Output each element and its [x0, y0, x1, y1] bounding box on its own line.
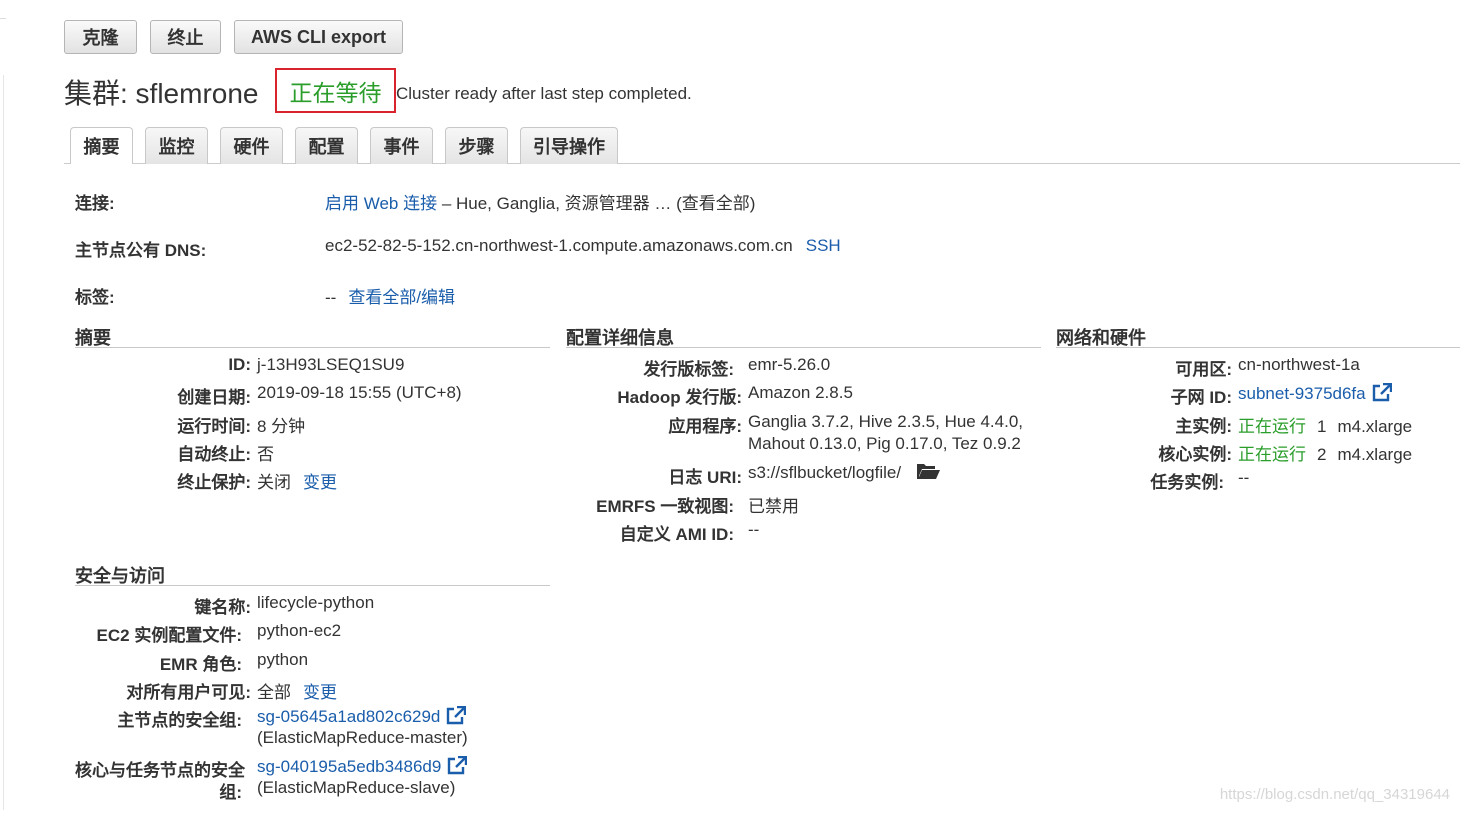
emrfs-consistent-view-label: EMRFS 一致视图:	[596, 497, 734, 516]
enable-web-connection-link[interactable]: 启用 Web 连接	[325, 194, 437, 213]
master-instance-value: 正在运行 1 m4.xlarge	[1238, 412, 1412, 437]
master-instance-count: 1	[1317, 417, 1327, 436]
tags-value: -- 查看全部/编辑	[325, 283, 455, 308]
left-border	[3, 75, 4, 810]
termination-protection-state: 关闭	[257, 473, 291, 492]
tags-label: 标签:	[75, 288, 115, 307]
folder-open-icon[interactable]	[916, 463, 941, 485]
cluster-title: 集群: sflemrone	[64, 78, 259, 109]
subnet-id-link[interactable]: subnet-9375d6fa	[1238, 384, 1366, 403]
elapsed-time-value: 8 分钟	[257, 417, 306, 436]
log-uri-label: 日志 URI:	[668, 468, 742, 487]
core-task-security-group-link[interactable]: sg-040195a5edb3486d9	[257, 757, 441, 776]
key-name-label: 键名称:	[194, 598, 251, 617]
hadoop-distribution-label: Hadoop 发行版:	[617, 388, 742, 407]
visible-to-all-users-value: 全部 变更	[257, 678, 337, 703]
master-instance-status: 正在运行	[1238, 417, 1306, 436]
connections-label: 连接:	[75, 194, 115, 213]
master-dns-value: ec2-52-82-5-152.cn-northwest-1.compute.a…	[325, 236, 841, 256]
tab-summary[interactable]: 摘要	[70, 127, 133, 164]
cluster-status-message: Cluster ready after last step completed.	[396, 84, 692, 103]
master-dns-text: ec2-52-82-5-152.cn-northwest-1.compute.a…	[325, 236, 793, 255]
task-instance-value: --	[1238, 468, 1250, 487]
emrfs-consistent-view-value: 已禁用	[748, 497, 799, 516]
auto-terminate-value: 否	[257, 445, 274, 464]
tab-hardware[interactable]: 硬件	[220, 127, 283, 164]
ec2-instance-profile-label: EC2 实例配置文件:	[96, 626, 242, 645]
core-task-security-group-value: sg-040195a5edb3486d9	[257, 755, 468, 780]
availability-zone-value: cn-northwest-1a	[1238, 355, 1360, 374]
creation-date-value: 2019-09-18 15:55 (UTC+8)	[257, 383, 462, 402]
applications-line-2: Mahout 0.13.0, Pig 0.17.0, Tez 0.9.2	[748, 434, 1021, 453]
cluster-id-value: j-13H93LSEQ1SU9	[257, 355, 405, 374]
summary-divider	[75, 347, 550, 348]
connections-value: 启用 Web 连接 – Hue, Ganglia, 资源管理器 … (查看全部)	[325, 189, 755, 214]
task-instance-label: 任务实例:	[1150, 473, 1224, 492]
tags-empty-text: --	[325, 288, 337, 307]
ssh-link[interactable]: SSH	[806, 236, 841, 255]
log-uri-text: s3://sflbucket/logfile/	[748, 463, 902, 482]
availability-zone-label: 可用区:	[1175, 360, 1232, 379]
core-instance-label: 核心实例:	[1158, 445, 1232, 464]
external-link-icon[interactable]	[1372, 382, 1392, 407]
core-task-security-group-name: (ElasticMapReduce-slave)	[257, 778, 456, 797]
cluster-id-label: ID:	[228, 355, 251, 374]
top-mark	[0, 18, 6, 19]
release-label-value: emr-5.26.0	[748, 355, 831, 374]
terminate-button[interactable]: 终止	[150, 20, 221, 54]
master-instance-type: m4.xlarge	[1337, 417, 1413, 436]
tab-steps[interactable]: 步骤	[445, 127, 508, 164]
tab-configuration[interactable]: 配置	[295, 127, 358, 164]
core-instance-type: m4.xlarge	[1337, 445, 1413, 464]
network-hardware-divider	[1056, 347, 1460, 348]
applications-label: 应用程序:	[668, 417, 742, 436]
ec2-instance-profile-value: python-ec2	[257, 621, 342, 640]
key-name-value: lifecycle-python	[257, 593, 375, 612]
hadoop-distribution-value: Amazon 2.8.5	[748, 383, 853, 402]
security-access-divider	[75, 585, 550, 586]
subnet-id-label: 子网 ID:	[1170, 388, 1232, 407]
master-security-group-label: 主节点的安全组:	[117, 711, 242, 730]
view-edit-tags-link[interactable]: 查看全部/编辑	[348, 288, 455, 307]
emr-role-label: EMR 角色:	[159, 655, 242, 674]
visible-to-all-users-label: 对所有用户可见:	[126, 683, 251, 702]
applications-line-1: Ganglia 3.7.2, Hive 2.3.5, Hue 4.4.0,	[748, 412, 1024, 431]
tab-monitoring[interactable]: 监控	[145, 127, 208, 164]
custom-ami-id-label: 自定义 AMI ID:	[619, 525, 734, 544]
cluster-status-badge: 正在等待	[275, 68, 396, 113]
external-link-icon[interactable]	[447, 755, 468, 780]
elapsed-time-label: 运行时间:	[177, 417, 251, 436]
tab-bootstrap-actions[interactable]: 引导操作	[520, 127, 618, 164]
aws-cli-export-button[interactable]: AWS CLI export	[234, 20, 403, 54]
termination-protection-value: 关闭 变更	[257, 468, 337, 493]
core-instance-count: 2	[1317, 445, 1327, 464]
master-security-group-link[interactable]: sg-05645a1ad802c629d	[257, 707, 440, 726]
custom-ami-id-value: --	[748, 520, 760, 539]
connections-apps-text: – Hue, Ganglia, 资源管理器 … (查看全部)	[437, 194, 756, 213]
subnet-id-value: subnet-9375d6fa	[1238, 382, 1392, 407]
master-security-group-name: (ElasticMapReduce-master)	[257, 728, 468, 747]
creation-date-label: 创建日期:	[177, 388, 251, 407]
config-details-divider	[566, 347, 1041, 348]
emr-role-value: python	[257, 650, 309, 669]
master-instance-label: 主实例:	[1175, 417, 1232, 436]
termination-protection-change-link[interactable]: 变更	[303, 473, 337, 492]
watermark: https://blog.csdn.net/qq_34319644	[1219, 786, 1450, 803]
termination-protection-label: 终止保护:	[177, 473, 251, 492]
release-label-label: 发行版标签:	[643, 360, 734, 379]
core-instance-status: 正在运行	[1238, 445, 1306, 464]
master-security-group-value: sg-05645a1ad802c629d	[257, 705, 467, 730]
auto-terminate-label: 自动终止:	[177, 445, 251, 464]
visible-to-all-users-change-link[interactable]: 变更	[303, 683, 337, 702]
master-dns-label: 主节点公有 DNS:	[75, 241, 207, 260]
clone-button[interactable]: 克隆	[64, 20, 137, 54]
core-task-security-group-label-line-2: 组:	[219, 783, 242, 802]
tab-events[interactable]: 事件	[370, 127, 433, 164]
core-instance-value: 正在运行 2 m4.xlarge	[1238, 440, 1412, 465]
log-uri-value: s3://sflbucket/logfile/	[748, 463, 941, 485]
visible-to-all-users-state: 全部	[257, 683, 291, 702]
external-link-icon[interactable]	[446, 705, 467, 730]
